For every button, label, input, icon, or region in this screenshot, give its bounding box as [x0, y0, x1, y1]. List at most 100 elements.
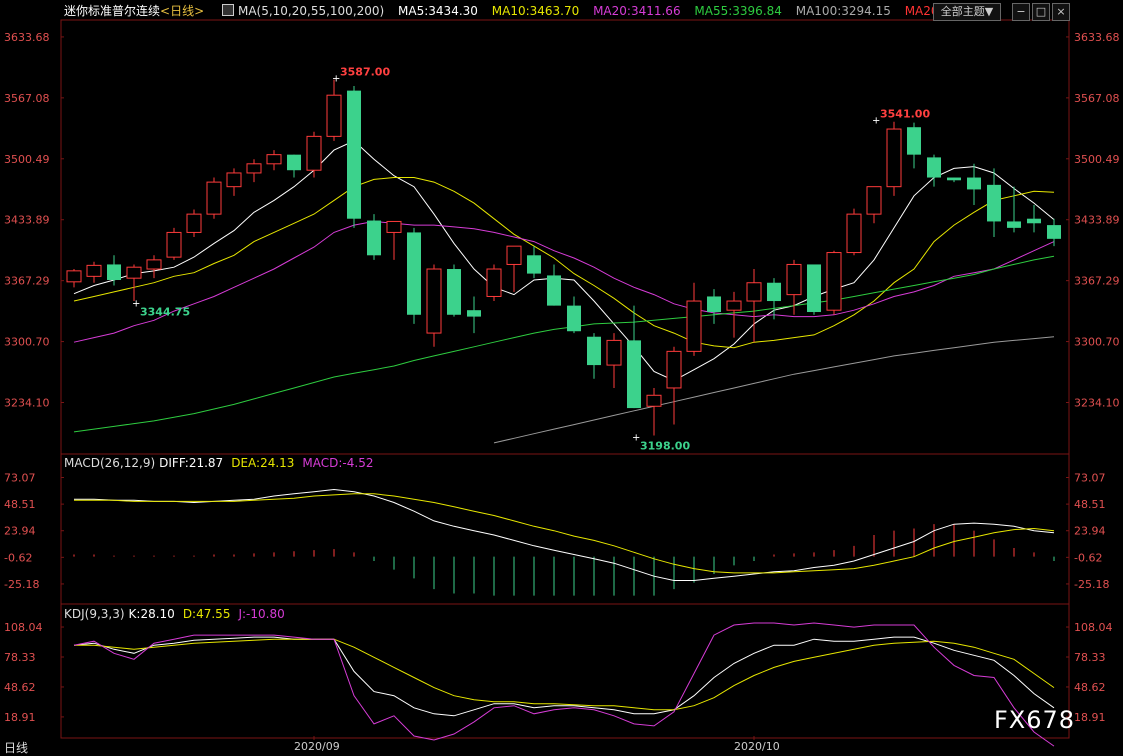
stock-chart-canvas: 3633.68 3633.68 3567.08 3567.08 3500.49 3500.… [4, 19, 1120, 753]
candle-body-up [66, 270, 82, 283]
kdj-axis-tick-label: 48.62 [4, 681, 36, 694]
macd-axis-tick-label: 73.07 [4, 472, 36, 485]
ma5-value: MA5:3434.30 [398, 4, 478, 18]
candle-body-up [146, 259, 162, 270]
candle-body-up [186, 213, 202, 233]
candle-body-up [426, 268, 442, 334]
candle-body-down [967, 177, 981, 190]
candle-body-down [807, 264, 821, 313]
price-axis-tick-label: 3433.89 [1074, 214, 1120, 227]
close-icon[interactable]: × [1052, 3, 1070, 21]
kdj-axis-tick-label: 108.04 [1074, 621, 1113, 634]
ma-line-ma100 [493, 336, 1055, 444]
candle-body-up [506, 245, 522, 265]
macd-axis-tick-label: 23.94 [4, 525, 36, 538]
macd-diff-value: DIFF:21.87 [159, 456, 224, 470]
candle-body-up [86, 264, 102, 277]
watermark-logo: FX678 [994, 706, 1076, 734]
kdj-d-value: D:47.55 [182, 607, 231, 621]
period-label[interactable]: <日线> [160, 4, 204, 18]
minimize-icon[interactable]: − [1012, 3, 1030, 21]
candle-body-up [646, 394, 662, 407]
candle-body-down [287, 154, 301, 171]
price-axis-tick-label: 3300.70 [4, 336, 50, 349]
macd-value: MACD:-4.52 [302, 456, 374, 470]
candle-body-down [1027, 218, 1041, 224]
price-annotation: 3198.00 [640, 440, 690, 453]
kdj-axis-tick-label: 78.33 [1074, 651, 1106, 664]
macd-axis-tick-label: 73.07 [1074, 472, 1106, 485]
candle-body-up [866, 186, 882, 215]
macd-line-diff [74, 488, 1055, 581]
ma-title: MA(5,10,20,55,100,200) [237, 4, 385, 18]
price-axis-tick-label: 3367.29 [1074, 275, 1120, 288]
candle-body-up [206, 181, 222, 215]
kdj-axis-tick-label: 78.33 [4, 651, 36, 664]
theme-select-button[interactable]: 全部主题▼ [933, 3, 1001, 21]
candle-body-down [927, 157, 941, 178]
footer-period-tab[interactable]: 日线 [4, 739, 28, 756]
candle-body-down [767, 282, 781, 302]
candle-body-up [226, 172, 242, 188]
ma-settings-icon[interactable] [221, 4, 234, 16]
ma20-value: MA20:3411.66 [593, 4, 681, 18]
price-axis-tick-label: 3433.89 [4, 214, 50, 227]
candle-body-up [846, 213, 862, 254]
kdj-panel-header: KDJ(9,3,3) K:28.10 D:47.55 J:-10.80 [64, 607, 293, 621]
price-annotation: 3344.75 [140, 305, 190, 318]
ma100-value: MA100:3294.15 [795, 4, 891, 18]
candle-body-up [746, 282, 762, 302]
candle-body-up [886, 128, 902, 188]
ma10-value: MA10:3463.70 [491, 4, 580, 18]
candle-body-up [386, 220, 402, 233]
candle-body-up [486, 268, 502, 297]
macd-axis-tick-label: 48.51 [1074, 498, 1106, 511]
candle-body-up [306, 135, 322, 171]
x-axis-label: 2020/10 [734, 740, 780, 753]
candle-body-down [567, 305, 581, 332]
x-axis-label: 2020/09 [294, 740, 340, 753]
candle-body-up [786, 263, 802, 296]
kdj-line-d [74, 638, 1055, 711]
kdj-axis-tick-label: 48.62 [1074, 681, 1106, 694]
candle-body-up [126, 266, 142, 279]
macd-axis-tick-label: 48.51 [4, 498, 36, 511]
instrument-name[interactable]: 迷你标准普尔连续 [64, 4, 160, 18]
macd-line-dea [74, 493, 1055, 574]
macd-axis-tick-label: -25.18 [4, 578, 39, 591]
kdj-title: KDJ(9,3,3) [64, 607, 125, 621]
candle-body-up [666, 350, 682, 389]
price-annotation: 3541.00 [880, 108, 930, 121]
maximize-icon[interactable]: □ [1032, 3, 1050, 21]
candle-body-down [947, 177, 961, 181]
ma-line-ma20 [73, 220, 1055, 343]
candle-body-up [826, 252, 842, 311]
candle-body-up [606, 339, 622, 366]
candle-body-down [407, 232, 421, 315]
ma-line-ma55 [73, 255, 1055, 433]
candle-body-up [266, 154, 282, 165]
candle-body-up [726, 300, 742, 311]
price-annotation: 3587.00 [340, 66, 390, 79]
macd-panel-header: MACD(26,12,9) DIFF:21.87 DEA:24.13 MACD:-4.… [64, 456, 381, 470]
macd-axis-tick-label: -0.62 [4, 551, 32, 564]
candle-body-down [467, 310, 481, 317]
price-axis-tick-label: 3367.29 [4, 275, 50, 288]
candle-body-up [686, 300, 702, 352]
candle-body-up [326, 94, 342, 137]
candle-body-down [587, 336, 601, 366]
price-axis-tick-label: 3633.68 [1074, 31, 1120, 44]
candle-body-down [707, 296, 721, 313]
kdj-axis-tick-label: 18.91 [4, 711, 36, 724]
price-axis-tick-label: 3300.70 [1074, 336, 1120, 349]
candle-body-down [447, 269, 461, 315]
price-axis-tick-label: 3234.10 [4, 397, 50, 410]
candle-body-down [367, 220, 381, 256]
macd-axis-tick-label: -0.62 [1074, 551, 1102, 564]
candle-body-down [527, 255, 541, 274]
kdj-axis-tick-label: 108.04 [4, 621, 43, 634]
candle-body-down [347, 90, 361, 219]
price-axis-tick-label: 3567.08 [4, 92, 50, 105]
macd-dea-value: DEA:24.13 [231, 456, 295, 470]
candle-body-up [166, 231, 182, 258]
